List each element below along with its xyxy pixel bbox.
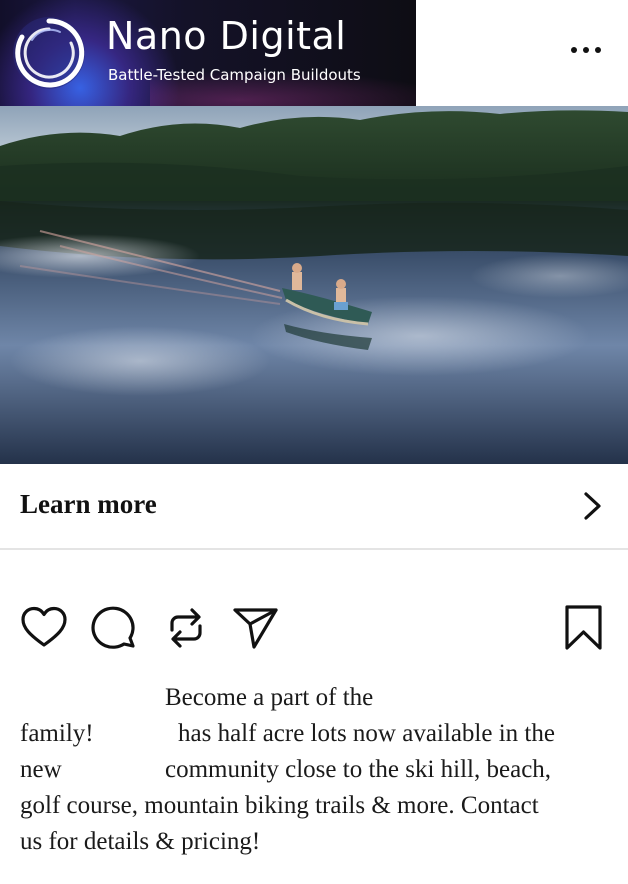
caption-text: community close to the ski hill, beach, <box>165 756 552 783</box>
lake-canoe-image <box>0 106 628 464</box>
repost-icon[interactable] <box>162 604 210 652</box>
post-media-video[interactable] <box>0 106 628 464</box>
post-caption: Become a part of the family! has half ac… <box>20 680 612 860</box>
caption-text: golf course, mountain biking trails & mo… <box>20 792 539 819</box>
chevron-right-icon <box>584 492 601 520</box>
caption-line: family! has half acre lots now available… <box>20 716 612 752</box>
caption-line: new community close to the ski hill, bea… <box>20 752 612 788</box>
bookmark-icon[interactable] <box>560 604 608 652</box>
caption-text: new <box>20 756 62 783</box>
caption-text: family! <box>20 720 94 747</box>
brand-banner[interactable]: Nano Digital Battle-Tested Campaign Buil… <box>0 0 416 106</box>
post-header: Nano Digital Battle-Tested Campaign Buil… <box>0 0 628 106</box>
send-icon[interactable] <box>232 604 280 652</box>
comment-icon[interactable] <box>91 604 139 652</box>
action-bar <box>0 600 628 656</box>
brand-logo-icon <box>13 17 85 89</box>
caption-text: has half acre lots now available in the <box>178 720 555 747</box>
brand-name: Nano Digital <box>106 14 347 58</box>
caption-line: Become a part of the <box>20 680 612 716</box>
heart-icon[interactable] <box>20 604 68 652</box>
caption-text: Become a part of the <box>165 684 374 711</box>
brand-tagline: Battle-Tested Campaign Buildouts <box>108 66 361 84</box>
learn-more-button[interactable]: Learn more <box>0 464 628 550</box>
caption-line: golf course, mountain biking trails & mo… <box>20 788 612 824</box>
caption-line: us for details & pricing! <box>20 824 612 860</box>
more-options-icon[interactable] <box>566 38 606 62</box>
learn-more-label: Learn more <box>20 489 157 519</box>
caption-text: us for details & pricing! <box>20 828 261 855</box>
